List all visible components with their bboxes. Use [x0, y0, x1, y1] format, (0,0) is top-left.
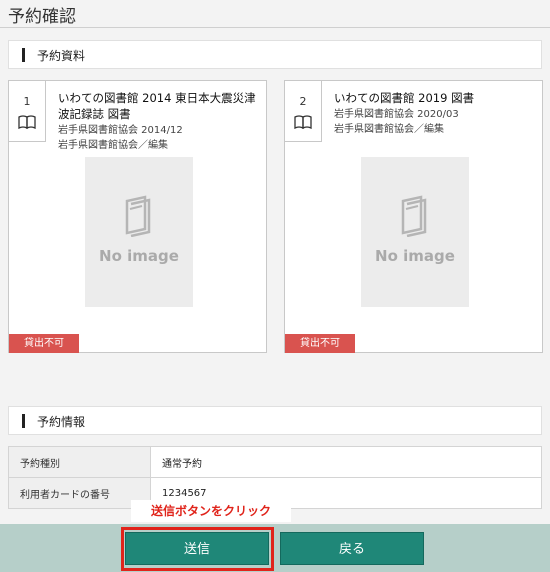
no-image-placeholder: No image [361, 157, 469, 307]
section-marker [22, 414, 25, 428]
no-image-text: No image [99, 247, 179, 265]
row-label: 予約種別 [8, 446, 151, 478]
section-header-info: 予約情報 [8, 406, 542, 435]
section-title-materials: 予約資料 [37, 49, 86, 63]
row-value: 通常予約 [150, 446, 542, 478]
item-editor: 岩手県図書館協会／編集 [58, 140, 168, 151]
status-badge: 貸出不可 [285, 334, 355, 353]
title-divider [0, 27, 550, 28]
item-publisher-date: 岩手県図書館協会 2014/12 [58, 125, 183, 136]
item-title[interactable]: いわての図書館 2014 東日本大震災津波記録誌 図書 [58, 90, 262, 122]
no-image-book-icon [125, 195, 151, 237]
back-button[interactable]: 戻る [280, 532, 424, 565]
item-publisher-date: 岩手県図書館協会 2020/03 [334, 109, 459, 120]
material-card: 2 いわての図書館 2019 図書 岩手県図書館協会 2020/03 岩手県図書… [284, 80, 543, 353]
item-number: 1 [23, 95, 31, 108]
item-number: 2 [299, 95, 307, 108]
material-card: 1 いわての図書館 2014 東日本大震災津波記録誌 図書 岩手県図書館協会 2… [8, 80, 267, 353]
item-title[interactable]: いわての図書館 2019 図書 [334, 90, 538, 106]
status-badge: 貸出不可 [9, 334, 79, 353]
page-title: 予約確認 [8, 7, 76, 27]
table-row: 予約種別 通常予約 [8, 446, 542, 478]
section-marker [22, 48, 25, 62]
annotation-callout: 送信ボタンをクリック [131, 500, 291, 522]
section-title-info: 予約情報 [37, 415, 86, 429]
no-image-placeholder: No image [85, 157, 193, 307]
item-number-box: 1 [8, 80, 46, 142]
item-number-box: 2 [284, 80, 322, 142]
row-label: 利用者カードの番号 [8, 477, 151, 509]
section-header-materials: 予約資料 [8, 40, 542, 69]
no-image-text: No image [375, 247, 455, 265]
footer-bar [0, 524, 550, 572]
book-icon [294, 115, 312, 129]
highlight-box [121, 527, 274, 571]
item-editor: 岩手県図書館協会／編集 [334, 124, 444, 135]
no-image-book-icon [401, 195, 427, 237]
book-icon [18, 115, 36, 129]
